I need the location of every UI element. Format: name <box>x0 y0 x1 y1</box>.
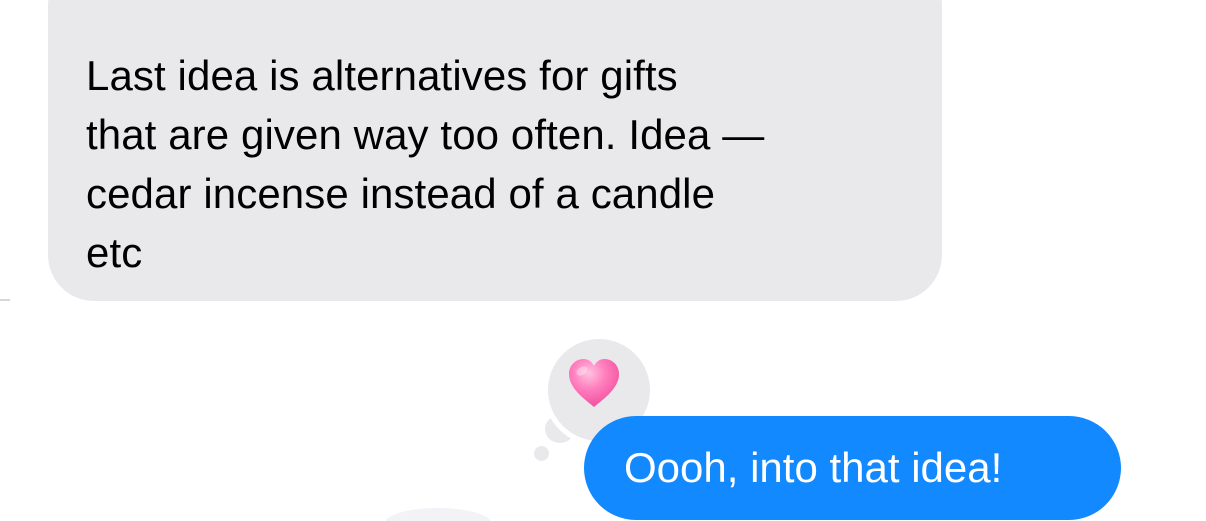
partial-next-bubble <box>385 508 491 521</box>
incoming-message-bubble[interactable]: Last idea is alternatives for gifts that… <box>48 0 942 301</box>
outgoing-message-text: Oooh, into that idea! <box>624 444 1003 491</box>
divider <box>0 299 10 301</box>
outgoing-message-bubble[interactable]: Oooh, into that idea! <box>584 416 1121 520</box>
incoming-message-text: Last idea is alternatives for gifts that… <box>86 52 765 276</box>
message-thread: Last idea is alternatives for gifts that… <box>0 0 1206 521</box>
tapback-tail-small <box>534 446 549 461</box>
heart-icon <box>569 359 619 407</box>
